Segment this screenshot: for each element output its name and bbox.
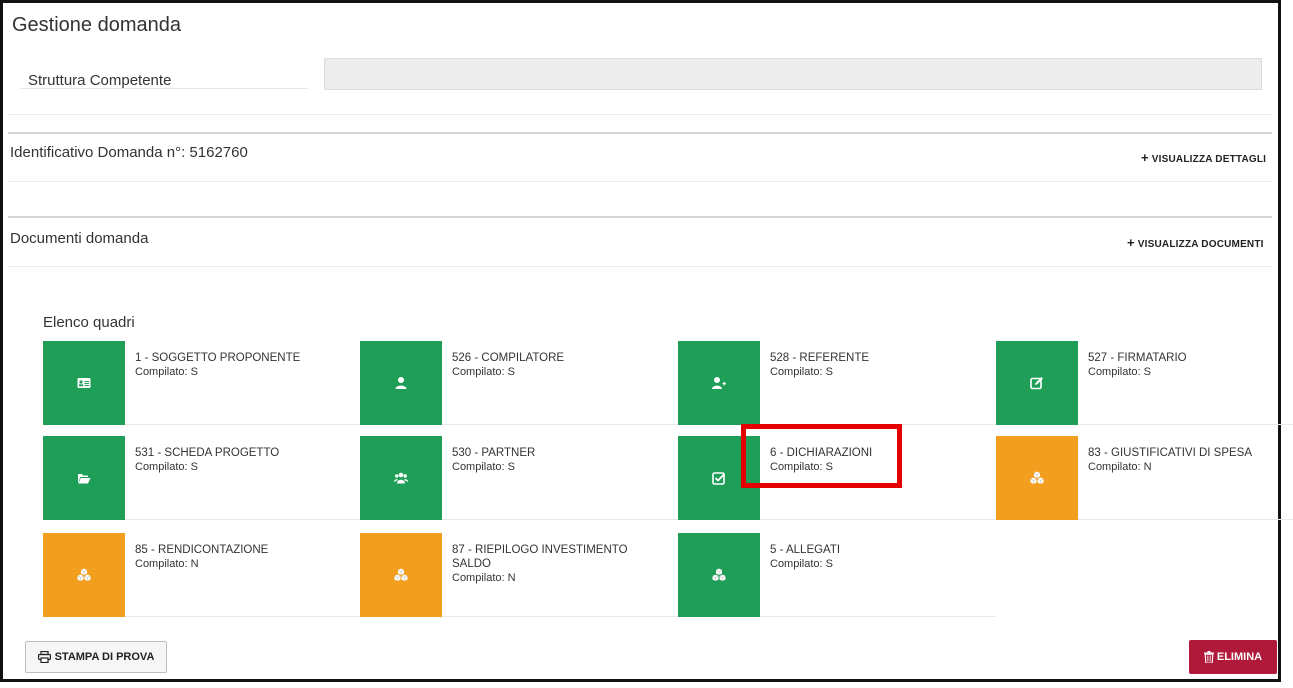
quadro-name-text: 527 - FIRMATARIO: [1088, 352, 1187, 364]
quadro-icon-box[interactable]: [996, 436, 1078, 520]
divider: [8, 266, 1272, 267]
struttura-competente-field[interactable]: [324, 58, 1262, 90]
quadro-tile[interactable]: 530 - PARTNER Compilato: S: [360, 436, 678, 520]
tile-divider: [125, 616, 361, 617]
quadro-tile[interactable]: 5 - ALLEGATI Compilato: S: [678, 533, 996, 617]
user-plus-icon: [712, 376, 726, 390]
quadro-tile[interactable]: 527 - FIRMATARIO Compilato: S: [996, 341, 1293, 425]
quadro-name[interactable]: 528 - REFERENTE Compilato: S: [770, 351, 970, 379]
quadro-status: Compilato: S: [135, 366, 198, 378]
struttura-label: Struttura Competente: [28, 72, 172, 89]
quadro-tile[interactable]: 87 - RIEPILOGO INVESTIMENTO SALDO Compila…: [360, 533, 678, 617]
cubes-icon: [394, 568, 408, 582]
id-card-icon: [77, 376, 91, 390]
quadro-icon-box[interactable]: [360, 533, 442, 617]
divider: [8, 181, 1272, 182]
plus-icon: +: [1127, 235, 1135, 250]
quadro-name[interactable]: 6 - DICHIARAZIONI Compilato: S: [770, 446, 970, 474]
section-separator: [8, 132, 1272, 134]
quadro-icon-box[interactable]: [678, 341, 760, 425]
tile-divider: [442, 519, 678, 520]
quadro-status: Compilato: S: [1088, 366, 1151, 378]
quadro-status: Compilato: S: [770, 366, 833, 378]
stampa-di-prova-button[interactable]: STAMPA DI PROVA: [25, 641, 167, 673]
quadro-icon-box[interactable]: [678, 533, 760, 617]
page-title: Gestione domanda: [12, 14, 182, 36]
check-square-icon: [712, 471, 726, 485]
quadro-name[interactable]: 531 - SCHEDA PROGETTO Compilato: S: [135, 446, 335, 474]
section-separator: [8, 216, 1272, 218]
quadro-tile[interactable]: 1 - SOGGETTO PROPONENTE Compilato: S: [43, 341, 361, 425]
edit-icon: [1030, 376, 1044, 390]
quadro-name-text: 6 - DICHIARAZIONI: [770, 447, 873, 459]
quadro-status: Compilato: S: [135, 461, 198, 473]
quadro-name[interactable]: 87 - RIEPILOGO INVESTIMENTO SALDO Compila…: [452, 543, 642, 585]
cubes-icon: [77, 568, 91, 582]
tile-divider: [1078, 519, 1293, 520]
elenco-quadri-title: Elenco quadri: [43, 314, 135, 331]
tile-divider: [1078, 424, 1293, 425]
tile-divider: [760, 519, 996, 520]
quadro-name-text: 530 - PARTNER: [452, 447, 536, 459]
quadro-status: Compilato: N: [135, 558, 199, 570]
struttura-underline: [20, 88, 308, 89]
quadro-status: Compilato: S: [452, 366, 515, 378]
quadro-tile[interactable]: 528 - REFERENTE Compilato: S: [678, 341, 996, 425]
quadro-name[interactable]: 5 - ALLEGATI Compilato: S: [770, 543, 970, 571]
quadro-icon-box[interactable]: [678, 436, 760, 520]
quadro-status: Compilato: S: [770, 461, 833, 473]
folder-open-icon: [77, 471, 91, 485]
cubes-icon: [712, 568, 726, 582]
quadro-icon-box[interactable]: [43, 341, 125, 425]
quadro-icon-box[interactable]: [360, 436, 442, 520]
tile-divider: [125, 424, 361, 425]
divider: [8, 114, 1272, 115]
quadro-name[interactable]: 526 - COMPILATORE Compilato: S: [452, 351, 652, 379]
quadro-name-text: 526 - COMPILATORE: [452, 352, 565, 364]
user-icon: [394, 376, 408, 390]
quadro-tile[interactable]: 83 - GIUSTIFICATIVI DI SPESA Compilato: N: [996, 436, 1293, 520]
quadro-name[interactable]: 527 - FIRMATARIO Compilato: S: [1088, 351, 1288, 379]
visualizza-dettagli-link[interactable]: + VISUALIZZA DETTAGLI: [1141, 150, 1266, 165]
quadro-name[interactable]: 83 - GIUSTIFICATIVI DI SPESA Compilato: N: [1088, 446, 1288, 474]
quadro-name-text: 1 - SOGGETTO PROPONENTE: [135, 352, 301, 364]
plus-icon: +: [1141, 150, 1149, 165]
quadro-icon-box[interactable]: [43, 436, 125, 520]
visualizza-documenti-link[interactable]: + VISUALIZZA DOCUMENTI: [1127, 235, 1264, 250]
quadro-name-text: 87 - RIEPILOGO INVESTIMENTO SALDO: [452, 544, 628, 570]
quadro-name[interactable]: 85 - RENDICONTAZIONE Compilato: N: [135, 543, 335, 571]
cubes-icon: [1030, 471, 1044, 485]
elimina-button[interactable]: ELIMINA: [1189, 640, 1277, 674]
identificativo-domanda: Identificativo Domanda n°: 5162760: [10, 144, 248, 161]
quadro-icon-box[interactable]: [996, 341, 1078, 425]
quadro-tile[interactable]: 85 - RENDICONTAZIONE Compilato: N: [43, 533, 361, 617]
tile-divider: [442, 616, 678, 617]
quadro-tile[interactable]: 526 - COMPILATORE Compilato: S: [360, 341, 678, 425]
documenti-domanda: Documenti domanda: [10, 230, 149, 247]
quadro-tile[interactable]: 531 - SCHEDA PROGETTO Compilato: S: [43, 436, 361, 520]
quadro-status: Compilato: S: [452, 461, 515, 473]
tile-divider: [760, 616, 996, 617]
quadro-icon-box[interactable]: [360, 341, 442, 425]
quadro-status: Compilato: N: [1088, 461, 1152, 473]
trash-icon: [1203, 651, 1214, 663]
quadro-name-text: 531 - SCHEDA PROGETTO: [135, 447, 280, 459]
users-icon: [394, 471, 408, 485]
tile-divider: [125, 519, 361, 520]
quadro-status: Compilato: S: [770, 558, 833, 570]
quadro-tile[interactable]: 6 - DICHIARAZIONI Compilato: S: [678, 436, 996, 520]
tile-divider: [760, 424, 996, 425]
tile-divider: [442, 424, 678, 425]
quadro-icon-box[interactable]: [43, 533, 125, 617]
quadro-name-text: 83 - GIUSTIFICATIVI DI SPESA: [1088, 447, 1253, 459]
quadro-name[interactable]: 530 - PARTNER Compilato: S: [452, 446, 652, 474]
quadro-name[interactable]: 1 - SOGGETTO PROPONENTE Compilato: S: [135, 351, 335, 379]
quadro-status: Compilato: N: [452, 572, 516, 584]
print-icon: [37, 651, 51, 663]
quadro-name-text: 528 - REFERENTE: [770, 352, 870, 364]
quadro-name-text: 5 - ALLEGATI: [770, 544, 841, 556]
quadro-name-text: 85 - RENDICONTAZIONE: [135, 544, 269, 556]
